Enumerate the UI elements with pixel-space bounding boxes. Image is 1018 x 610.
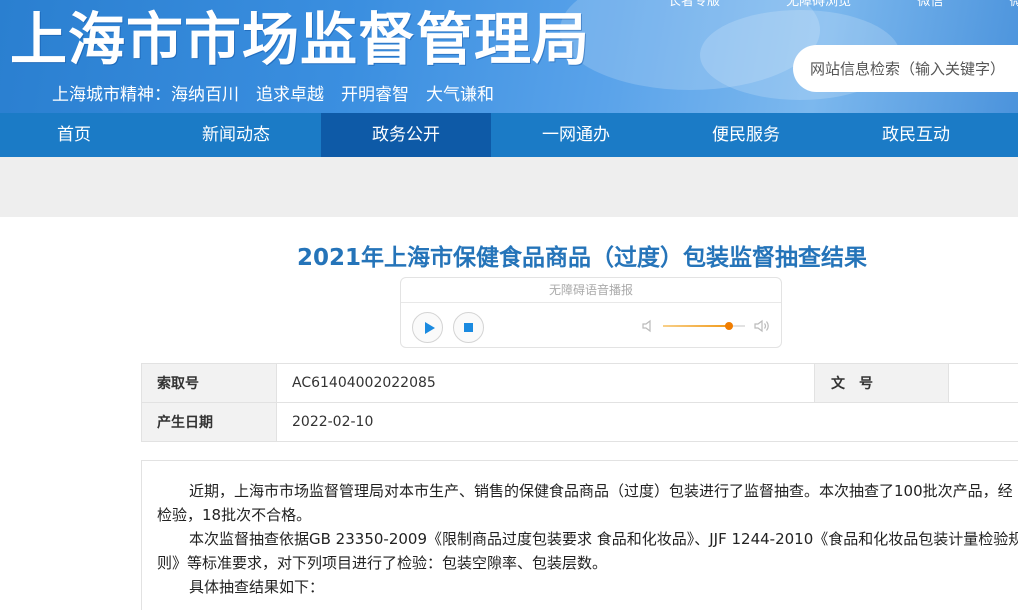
- breadcrumb-band: [0, 157, 1018, 217]
- nav-interaction[interactable]: 政民互动: [831, 113, 1001, 157]
- top-link-weibo[interactable]: 微博: [1009, 0, 1018, 9]
- top-links: 长者专版 无障碍浏览 微信 微博: [668, 0, 1018, 9]
- document-meta-table: 索取号 AC61404002022085 文 号 产生日期 2022-02-10: [141, 363, 1018, 442]
- volume-low-icon[interactable]: [641, 319, 655, 333]
- stop-button[interactable]: [453, 312, 484, 343]
- audio-player: 无障碍语音播报: [400, 277, 782, 348]
- site-title[interactable]: 上海市市场监督管理局: [10, 4, 590, 76]
- volume-knob[interactable]: [725, 322, 733, 330]
- nav-public-services[interactable]: 便民服务: [661, 113, 831, 157]
- article-title: 2021年上海市保健食品商品（过度）包装监督抽查结果: [297, 238, 867, 272]
- search-input[interactable]: [793, 45, 1018, 92]
- meta-row: 产生日期 2022-02-10: [142, 403, 1018, 442]
- top-link-wechat[interactable]: 微信: [917, 0, 943, 9]
- play-button[interactable]: [412, 312, 443, 343]
- document-number-label: 文 号: [815, 364, 949, 403]
- nav-news[interactable]: 新闻动态: [151, 113, 321, 157]
- document-number-value: [949, 364, 1018, 403]
- site-slogan: 上海城市精神：海纳百川 追求卓越 开明睿智 大气谦和: [52, 80, 494, 105]
- index-number-label: 索取号: [142, 364, 277, 403]
- site-search[interactable]: [793, 45, 1018, 92]
- nav-government-affairs[interactable]: 政务公开: [321, 113, 491, 157]
- meta-row: 索取号 AC61404002022085 文 号: [142, 364, 1018, 403]
- nav-online-services[interactable]: 一网通办: [491, 113, 661, 157]
- volume-level: [663, 325, 729, 327]
- date-value: 2022-02-10: [277, 403, 1018, 442]
- player-title: 无障碍语音播报: [401, 278, 781, 303]
- volume-slider[interactable]: [663, 325, 745, 327]
- body-paragraph: 具体抽查结果如下：: [157, 575, 1018, 599]
- top-link-accessibility[interactable]: 无障碍浏览: [786, 0, 851, 9]
- main-nav: 首页 新闻动态 政务公开 一网通办 便民服务 政民互动: [0, 113, 1018, 157]
- volume-high-icon[interactable]: [753, 319, 771, 333]
- site-header: 上海市市场监督管理局 上海城市精神：海纳百川 追求卓越 开明睿智 大气谦和 长者…: [0, 0, 1018, 113]
- index-number-value: AC61404002022085: [277, 364, 815, 403]
- body-paragraph: 本次监督抽查依据GB 23350-2009《限制商品过度包装要求 食品和化妆品》…: [157, 527, 1018, 575]
- top-link-elder[interactable]: 长者专版: [668, 0, 720, 9]
- nav-home[interactable]: 首页: [0, 113, 151, 157]
- body-paragraph: 近期，上海市市场监督管理局对本市生产、销售的保健食品商品（过度）包装进行了监督抽…: [157, 479, 1018, 527]
- article-body: 近期，上海市市场监督管理局对本市生产、销售的保健食品商品（过度）包装进行了监督抽…: [157, 479, 1018, 599]
- date-label: 产生日期: [142, 403, 277, 442]
